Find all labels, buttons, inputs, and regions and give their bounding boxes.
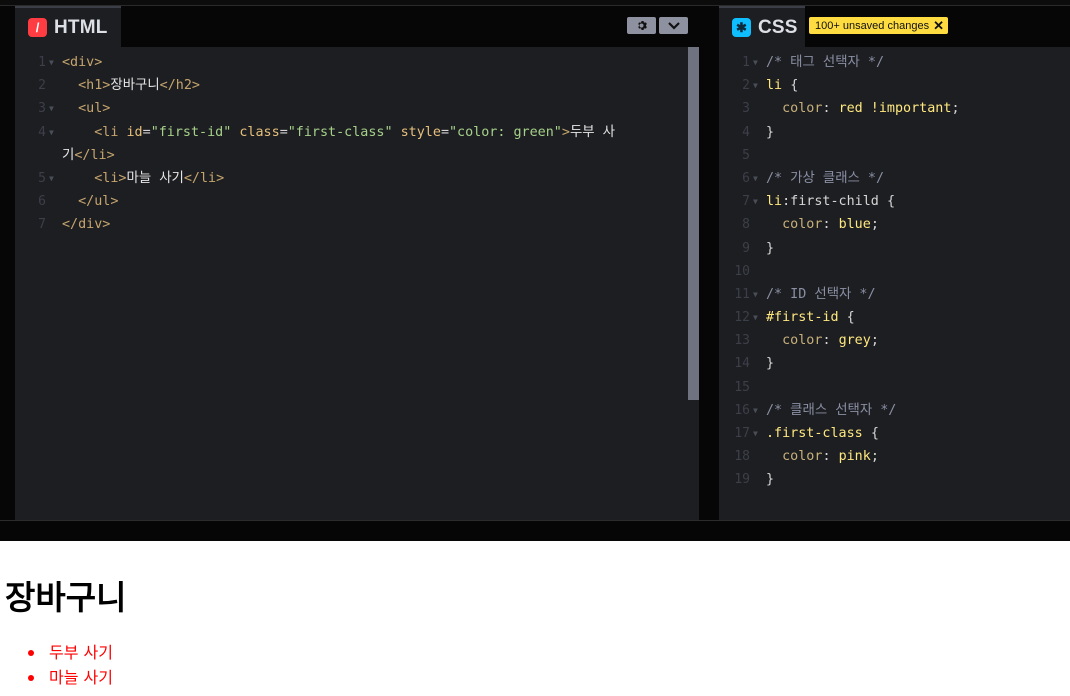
code-line: 1 ▼ <div>	[38, 55, 103, 70]
code-line: 13 color: grey;	[734, 333, 879, 349]
code-line: 3 color: red !important;	[742, 101, 960, 117]
chevron-down-icon	[667, 21, 680, 30]
list-item: 마늘 사기	[28, 665, 113, 690]
editor-bottom-resize-bar[interactable]	[0, 520, 1070, 541]
code-line: 8 color: blue;	[742, 217, 879, 233]
html-editor-panel: / HTML 1 ▼ <div> 2 <h1>장바구니</h2> 3 ▼ <ul> 4…	[15, 6, 699, 520]
preview-list: 두부 사기 마늘 사기	[28, 640, 113, 690]
code-line: 3 ▼ <ul>	[38, 101, 111, 117]
unsaved-changes-badge[interactable]: 100+ unsaved changes ✕	[809, 17, 948, 34]
code-line: 14}	[734, 356, 775, 372]
code-line: 15	[734, 379, 750, 395]
code-line: 4}	[742, 124, 775, 140]
code-line-wrapped: 기</li>	[62, 147, 115, 163]
css-tab-title: CSS	[758, 16, 798, 38]
code-line: 2 <h1>장바구니</h2>	[38, 78, 200, 94]
html-tab-bar: / HTML	[15, 6, 699, 47]
html-code-editor[interactable]: 1 ▼ <div> 2 <h1>장바구니</h2> 3 ▼ <ul> 4 ▼ <li i…	[15, 51, 699, 237]
preview-heading: 장바구니	[5, 578, 127, 617]
css-tab-bar: ✱ CSS 100+ unsaved changes ✕	[719, 6, 1070, 47]
css-code-editor[interactable]: 1 ▼/* 태그 선택자 */ 2 ▼ li { 3 color: red !impo…	[719, 51, 1070, 492]
css-editor-panel: ✱ CSS 100+ unsaved changes ✕ 1 ▼/* 태그 선택자…	[719, 6, 1070, 520]
html-editor-scrollbar[interactable]	[688, 47, 699, 400]
code-line: 1 ▼/* 태그 선택자 */	[742, 55, 885, 70]
code-line: 12 ▼ #first-id {	[734, 310, 855, 326]
html-collapse-button[interactable]	[659, 17, 688, 34]
code-line: 7 </div>	[38, 217, 111, 233]
code-line: 6 ▼/* 가상 클래스 */	[742, 170, 885, 186]
result-preview: 장바구니 두부 사기 마늘 사기	[0, 541, 1070, 696]
html-tab[interactable]: / HTML	[15, 6, 121, 47]
html-icon: /	[28, 18, 47, 37]
code-line: 6 </ul>	[38, 194, 119, 210]
gear-icon	[638, 21, 647, 30]
close-icon[interactable]: ✕	[933, 18, 944, 34]
code-line: 16 ▼/* 클래스 선택자 */	[734, 402, 897, 418]
css-tab[interactable]: ✱ CSS	[719, 6, 805, 47]
panel-resizer[interactable]	[699, 6, 719, 520]
code-line: 7 ▼ li:first-child {	[742, 194, 895, 210]
code-line: 9}	[742, 240, 775, 256]
code-line: 11 ▼/* ID 선택자 */	[734, 286, 876, 302]
code-line: 19}	[734, 472, 775, 488]
html-tab-title: HTML	[54, 16, 108, 38]
css-icon: ✱	[732, 18, 751, 37]
code-line: 5 ▼ <li>마늘 사기</li>	[38, 170, 225, 186]
code-line: 10	[734, 263, 750, 279]
html-settings-button[interactable]	[627, 17, 656, 34]
code-line: 4 ▼ <li id="first-id" class="first-class"…	[38, 124, 615, 140]
code-line: 17 ▼ .first-class {	[734, 426, 879, 441]
code-line: 2 ▼ li {	[742, 78, 799, 94]
editor-area: / HTML 1 ▼ <div> 2 <h1>장바구니</h2> 3 ▼ <ul> 4…	[0, 0, 1070, 541]
code-line: 5	[742, 147, 750, 163]
list-item: 두부 사기	[28, 640, 113, 665]
unsaved-changes-label: 100+ unsaved changes	[815, 20, 930, 32]
code-line: 18 color: pink;	[734, 449, 879, 465]
